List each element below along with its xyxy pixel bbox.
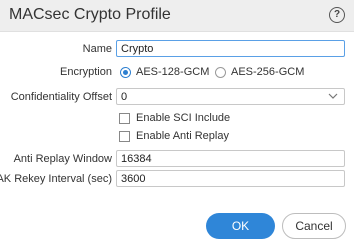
encryption-label: Encryption <box>60 66 112 78</box>
enable-anti-replay-label[interactable]: Enable Anti Replay <box>136 130 229 142</box>
aes-128-gcm-label[interactable]: AES-128-GCM <box>136 66 209 78</box>
name-label: Name <box>82 43 112 55</box>
sak-rekey-interval-input[interactable]: 3600 <box>116 170 345 187</box>
confidentiality-offset-select[interactable]: 0 <box>116 88 345 105</box>
question-circle-icon[interactable]: ? <box>329 7 345 23</box>
confidentiality-offset-value: 0 <box>121 91 128 103</box>
aes-128-gcm-radio[interactable] <box>120 67 131 78</box>
sak-rekey-interval-value: 3600 <box>121 173 146 185</box>
macsec-crypto-profile-dialog: MACsec Crypto Profile ? Name Crypto Encr… <box>0 0 354 251</box>
cancel-button[interactable]: Cancel <box>282 213 346 239</box>
anti-replay-window-value: 16384 <box>121 153 152 165</box>
chevron-down-icon <box>328 93 338 99</box>
name-input[interactable]: Crypto <box>116 40 345 57</box>
enable-sci-include-checkbox[interactable] <box>119 113 130 124</box>
anti-replay-window-input[interactable]: 16384 <box>116 150 345 167</box>
aes-256-gcm-label[interactable]: AES-256-GCM <box>231 66 304 78</box>
enable-anti-replay-checkbox[interactable] <box>119 131 130 142</box>
ok-button[interactable]: OK <box>206 213 275 239</box>
dialog-title: MACsec Crypto Profile <box>9 6 171 23</box>
confidentiality-offset-label: Confidentiality Offset <box>10 91 112 103</box>
sak-rekey-interval-label: SAK Rekey Interval (sec) <box>0 173 112 185</box>
enable-sci-include-label[interactable]: Enable SCI Include <box>136 112 230 124</box>
aes-256-gcm-radio[interactable] <box>215 67 226 78</box>
name-input-value: Crypto <box>121 43 154 55</box>
anti-replay-window-label: Anti Replay Window <box>13 153 112 165</box>
dialog-header: MACsec Crypto Profile ? <box>0 0 354 32</box>
